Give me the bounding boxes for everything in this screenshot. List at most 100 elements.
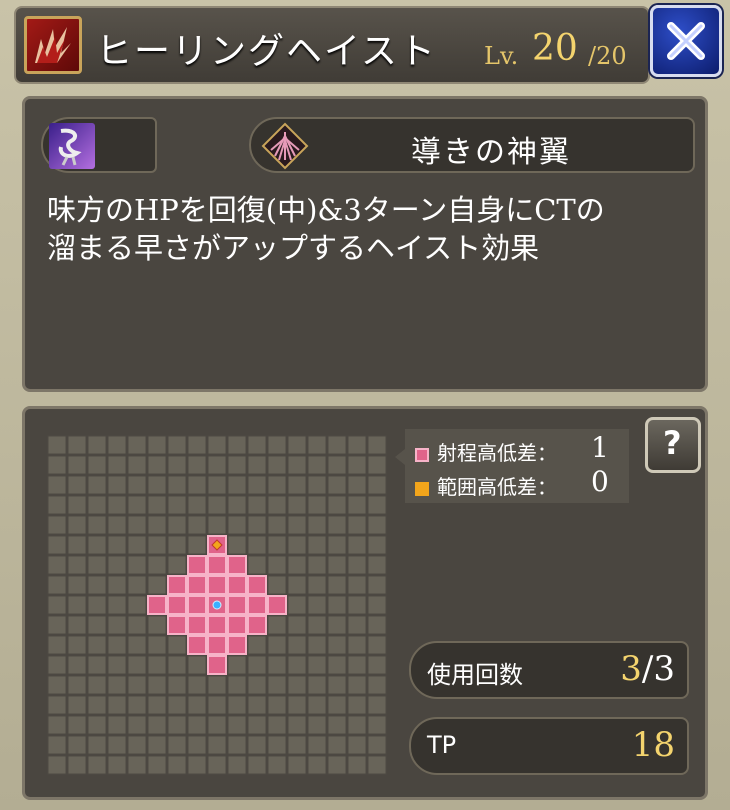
- grid-cell: [47, 655, 67, 675]
- grid-cell: [367, 635, 387, 655]
- vision-card-name: 導きの神翼: [411, 135, 571, 170]
- close-button[interactable]: [650, 5, 722, 77]
- range-swatch: [415, 447, 429, 462]
- grid-cell: [347, 715, 367, 735]
- grid-cell: [87, 475, 107, 495]
- grid-cell: [247, 655, 267, 675]
- range-cell: [267, 595, 287, 615]
- grid-cell: [347, 595, 367, 615]
- grid-cell: [267, 715, 287, 735]
- grid-cell: [67, 755, 87, 775]
- grid-cell: [307, 495, 327, 515]
- grid-cell: [267, 615, 287, 635]
- grid-cell: [187, 535, 207, 555]
- grid-cell: [287, 735, 307, 755]
- grid-cell: [67, 595, 87, 615]
- grid-cell: [307, 535, 327, 555]
- range-cell: [227, 575, 247, 595]
- grid-cell: [367, 675, 387, 695]
- element-slot: [41, 117, 157, 173]
- grid-cell: [67, 735, 87, 755]
- grid-cell: [147, 675, 167, 695]
- grid-cell: [247, 555, 267, 575]
- grid-cell: [247, 755, 267, 775]
- grid-cell: [287, 655, 307, 675]
- grid-cell: [87, 515, 107, 535]
- grid-cell: [147, 575, 167, 595]
- grid-cell: [107, 635, 127, 655]
- grid-cell: [247, 455, 267, 475]
- range-height-row: 射程高低差： 1: [415, 431, 609, 467]
- grid-cell: [267, 555, 287, 575]
- grid-cell: [307, 455, 327, 475]
- grid-cell: [167, 535, 187, 555]
- grid-cell: [107, 475, 127, 495]
- grid-cell: [267, 755, 287, 775]
- grid-cell: [367, 455, 387, 475]
- grid-cell: [87, 555, 107, 575]
- vision-card-slot[interactable]: 導きの神翼: [249, 117, 695, 173]
- grid-cell: [327, 675, 347, 695]
- grid-cell: [367, 715, 387, 735]
- range-cell: [227, 595, 247, 615]
- grid-cell: [167, 515, 187, 535]
- grid-cell: [307, 635, 327, 655]
- grid-cell: [267, 495, 287, 515]
- grid-cell: [227, 535, 247, 555]
- grid-cell: [347, 475, 367, 495]
- grid-cell: [87, 755, 107, 775]
- grid-cell: [127, 715, 147, 735]
- grid-cell: [347, 635, 367, 655]
- grid-cell: [127, 435, 147, 455]
- grid-cell: [167, 755, 187, 775]
- grid-cell: [107, 715, 127, 735]
- grid-cell: [247, 515, 267, 535]
- grid-cell: [327, 475, 347, 495]
- grid-cell: [307, 515, 327, 535]
- grid-cell: [347, 455, 367, 475]
- grid-cell: [367, 695, 387, 715]
- grid-cell: [227, 715, 247, 735]
- grid-cell: [107, 595, 127, 615]
- grid-cell: [347, 615, 367, 635]
- grid-cell: [147, 655, 167, 675]
- grid-cell: [47, 615, 67, 635]
- grid-cell: [287, 715, 307, 735]
- grid-cell: [187, 475, 207, 495]
- grid-cell: [127, 535, 147, 555]
- grid-cell: [167, 435, 187, 455]
- description-line-1: 味方のHPを回復(中)&3ターン自身にCTの: [47, 193, 605, 227]
- grid-cell: [47, 695, 67, 715]
- grid-cell: [247, 435, 267, 455]
- grid-cell: [367, 475, 387, 495]
- grid-cell: [327, 515, 347, 535]
- grid-cell: [47, 475, 67, 495]
- grid-cell: [87, 695, 107, 715]
- grid-cell: [227, 675, 247, 695]
- grid-cell: [87, 455, 107, 475]
- area-swatch: [415, 481, 429, 496]
- grid-cell: [287, 575, 307, 595]
- grid-cell: [287, 595, 307, 615]
- grid-cell: [327, 595, 347, 615]
- grid-cell: [307, 615, 327, 635]
- grid-cell: [327, 715, 347, 735]
- grid-cell: [347, 495, 367, 515]
- grid-cell: [167, 455, 187, 475]
- range-cell: [167, 595, 187, 615]
- area-height-value: 0: [591, 465, 609, 498]
- grid-cell: [287, 455, 307, 475]
- help-button[interactable]: ?: [645, 417, 701, 473]
- range-cell: [207, 575, 227, 595]
- grid-cell: [87, 715, 107, 735]
- grid-cell: [307, 695, 327, 715]
- grid-cell: [367, 535, 387, 555]
- grid-cell: [267, 655, 287, 675]
- grid-cell: [207, 735, 227, 755]
- grid-cell: [107, 535, 127, 555]
- grid-cell: [107, 435, 127, 455]
- grid-cell: [307, 715, 327, 735]
- grid-cell: [107, 575, 127, 595]
- grid-cell: [227, 655, 247, 675]
- grid-cell: [207, 435, 227, 455]
